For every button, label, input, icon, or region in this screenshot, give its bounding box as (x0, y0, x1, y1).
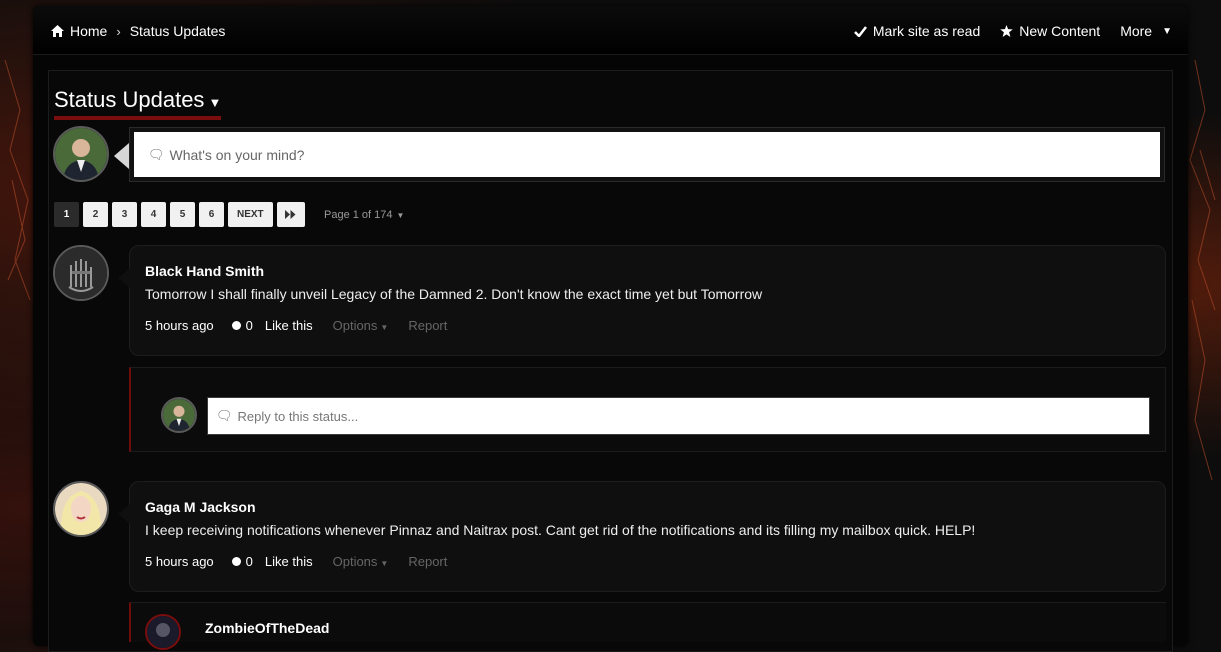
caret-down-icon: ▼ (380, 323, 389, 332)
more-menu[interactable]: More ▼ (1120, 23, 1172, 39)
pagination: 1 2 3 4 5 6 NEXT (54, 202, 305, 227)
reaction-count[interactable]: 0 (246, 318, 253, 333)
reply-author[interactable]: ZombieOfTheDead (205, 620, 329, 636)
like-button[interactable]: Like this (265, 318, 313, 333)
current-user-avatar[interactable] (53, 126, 109, 182)
options-menu[interactable]: Options ▼ (333, 318, 389, 333)
mark-site-read-link[interactable]: Mark site as read (853, 23, 981, 39)
breadcrumb: Home › Status Updates (51, 23, 225, 39)
breadcrumb-home-link[interactable]: Home (70, 23, 107, 39)
status-composer-input[interactable]: 🗨 What's on your mind? (134, 132, 1160, 177)
page-button-5[interactable]: 5 (170, 202, 195, 227)
status-meta: 5 hours ago 0 Like this Options ▼ Report (145, 318, 447, 333)
star-icon (1000, 25, 1014, 37)
breadcrumb-current: Status Updates (129, 23, 226, 39)
comment-icon: 🗨 (216, 408, 233, 423)
reply-placeholder: Reply to this status... (237, 408, 359, 424)
status-timestamp[interactable]: 5 hours ago (145, 318, 214, 333)
status-composer: 🗨 What's on your mind? (129, 127, 1165, 182)
page-of-label: Page 1 of 174 (324, 209, 393, 221)
report-link[interactable]: Report (408, 554, 447, 569)
status-author[interactable]: Black Hand Smith (145, 263, 264, 279)
status-meta: 5 hours ago 0 Like this Options ▼ Report (145, 554, 447, 569)
page-button-1[interactable]: 1 (54, 202, 79, 227)
reaction-icon (231, 321, 241, 330)
avatar[interactable] (53, 245, 109, 301)
reply-input[interactable]: 🗨 Reply to this status... (207, 397, 1150, 435)
caret-down-icon: ▼ (208, 95, 222, 110)
page-title[interactable]: Status Updates ▼ (54, 87, 222, 120)
new-content-link[interactable]: New Content (1000, 23, 1100, 39)
options-label: Options (332, 554, 378, 569)
top-nav-bar: Home › Status Updates Mark site as read … (33, 6, 1188, 55)
next-page-button[interactable]: NEXT (228, 202, 273, 227)
page-button-4[interactable]: 4 (141, 202, 166, 227)
last-page-button[interactable] (276, 202, 305, 227)
page-button-3[interactable]: 3 (112, 202, 137, 227)
report-link[interactable]: Report (408, 318, 447, 333)
caret-down-icon: ▼ (380, 559, 389, 568)
caret-down-icon: ▼ (1162, 25, 1172, 37)
status-message: Tomorrow I shall finally unveil Legacy o… (145, 286, 763, 302)
more-label: More (1120, 23, 1153, 39)
new-content-label: New Content (1019, 23, 1101, 39)
options-label: Options (332, 318, 378, 333)
page-title-text: Status Updates (54, 87, 205, 112)
page-button-6[interactable]: 6 (199, 202, 224, 227)
status-card: Gaga M Jackson I keep receiving notifica… (118, 481, 1166, 592)
mark-site-read-label: Mark site as read (872, 23, 981, 39)
status-card: Black Hand Smith Tomorrow I shall finall… (118, 245, 1166, 356)
fast-forward-icon (285, 210, 296, 219)
avatar[interactable] (53, 481, 109, 537)
top-nav-actions: Mark site as read New Content More ▼ (853, 23, 1172, 39)
status-message: I keep receiving notifications whenever … (145, 522, 976, 538)
composer-placeholder: What's on your mind? (169, 146, 305, 163)
chevron-right-icon: › (116, 23, 121, 39)
reply-user-avatar (161, 397, 197, 433)
composer-pointer (114, 143, 129, 169)
status-timestamp[interactable]: 5 hours ago (145, 554, 214, 569)
home-icon[interactable] (51, 25, 64, 37)
reaction-icon (231, 557, 241, 566)
page-jump-dropdown[interactable]: Page 1 of 174 ▼ (324, 209, 404, 221)
like-button[interactable]: Like this (265, 554, 313, 569)
reply-avatar[interactable] (145, 614, 181, 650)
reaction-count[interactable]: 0 (246, 554, 253, 569)
caret-down-icon: ▼ (396, 211, 405, 220)
page-button-2[interactable]: 2 (83, 202, 108, 227)
options-menu[interactable]: Options ▼ (333, 554, 389, 569)
check-icon (853, 25, 867, 37)
status-author[interactable]: Gaga M Jackson (145, 499, 256, 515)
comment-icon: 🗨 (148, 146, 165, 162)
